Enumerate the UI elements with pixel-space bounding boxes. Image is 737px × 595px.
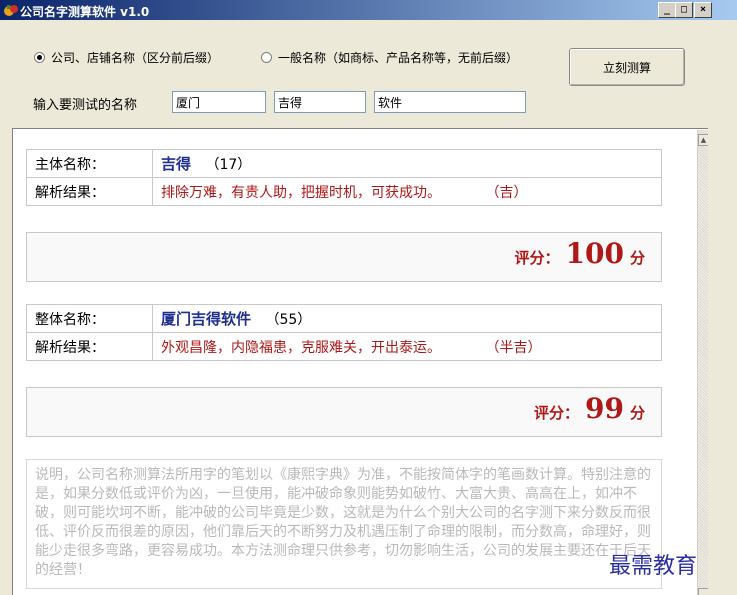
maximize-button[interactable]: □ [675,2,693,18]
full-fortune: （半吉） [485,339,542,356]
full-score: 评分： 99 分 [534,392,645,425]
explanation-note: 说明，公司名称测算法所用字的笔划以《康熙字典》为准，不能按简体字的笔画数计算。特… [26,459,662,589]
main-score-label: 评分： [514,249,560,267]
vertical-scrollbar[interactable]: ▲ [697,130,708,595]
main-name-value: 吉得 （17） [152,149,662,178]
main-score-value: 100 [565,237,624,270]
full-name-label: 整体名称： [26,304,153,333]
full-result-table: 整体名称： 厦门吉得软件 （55） 解析结果： 外观昌隆，内隐福患，克服难关，开… [26,304,662,361]
radio-company-label: 公司、店铺名称（区分前后缀） [51,51,220,65]
main-name: 吉得 [161,155,192,173]
table-row: 解析结果： 排除万难，有贵人助，把握时机，可获成功。 （吉） [26,177,662,206]
full-score-unit: 分 [629,404,645,422]
window-title: 公司名字测算软件 v1.0 [20,5,150,19]
radio-general-label: 一般名称（如商标、产品名称等，无前后缀） [278,51,519,65]
app-icon [4,5,18,16]
main-name-label: 主体名称： [26,149,153,178]
full-analysis-text: 外观昌隆，内隐福患，克服难关，开出泰运。 [161,339,441,356]
table-row: 主体名称： 吉得 （17） [26,149,662,178]
full-score-label: 评分： [534,404,580,422]
full-score-box: 评分： 99 分 [26,387,662,437]
close-button[interactable]: × [694,2,712,18]
full-analysis-value: 外观昌隆，内隐福患，克服难关，开出泰运。 （半吉） [152,332,662,361]
title-bar: 公司名字测算软件 v1.0 _ □ × [0,0,737,20]
scroll-up-icon[interactable]: ▲ [698,134,708,146]
minimize-button[interactable]: _ [658,2,676,18]
full-name-value: 厦门吉得软件 （55） [152,304,662,333]
radio-checked-icon[interactable] [34,52,45,63]
main-analysis-text: 排除万难，有贵人助，把握时机，可获成功。 [161,184,441,201]
watermark-text: 最需教育 [609,554,698,579]
main-score-box: 评分： 100 分 [26,232,662,282]
prefix-input[interactable] [172,91,266,113]
calculate-button[interactable]: 立刻测算 [569,48,685,86]
suffix-input[interactable] [374,91,526,113]
full-analysis-label: 解析结果： [26,332,153,361]
main-fortune: （吉） [485,184,528,201]
main-name-input[interactable] [274,91,366,113]
main-stroke-count: （17） [205,157,252,173]
input-label: 输入要测试的名称 [33,98,138,113]
full-stroke-count: （55） [265,312,312,328]
radio-company-name[interactable]: 公司、店铺名称（区分前后缀） [34,49,219,66]
scroll-down-icon[interactable] [698,588,708,595]
main-score: 评分： 100 分 [515,237,645,270]
radio-general-name[interactable]: 一般名称（如商标、产品名称等，无前后缀） [261,49,518,66]
results-panel[interactable]: 主体名称： 吉得 （17） 解析结果： 排除万难，有贵人助，把握时机，可获成功。… [12,128,708,595]
main-result-table: 主体名称： 吉得 （17） 解析结果： 排除万难，有贵人助，把握时机，可获成功。… [26,149,662,206]
main-analysis-label: 解析结果： [26,177,153,206]
main-score-unit: 分 [629,249,645,267]
main-analysis-value: 排除万难，有贵人助，把握时机，可获成功。 （吉） [152,177,662,206]
radio-unchecked-icon[interactable] [261,52,272,63]
full-score-value: 99 [585,392,624,425]
table-row: 整体名称： 厦门吉得软件 （55） [26,304,662,333]
full-name: 厦门吉得软件 [161,310,252,328]
table-row: 解析结果： 外观昌隆，内隐福患，克服难关，开出泰运。 （半吉） [26,332,662,361]
